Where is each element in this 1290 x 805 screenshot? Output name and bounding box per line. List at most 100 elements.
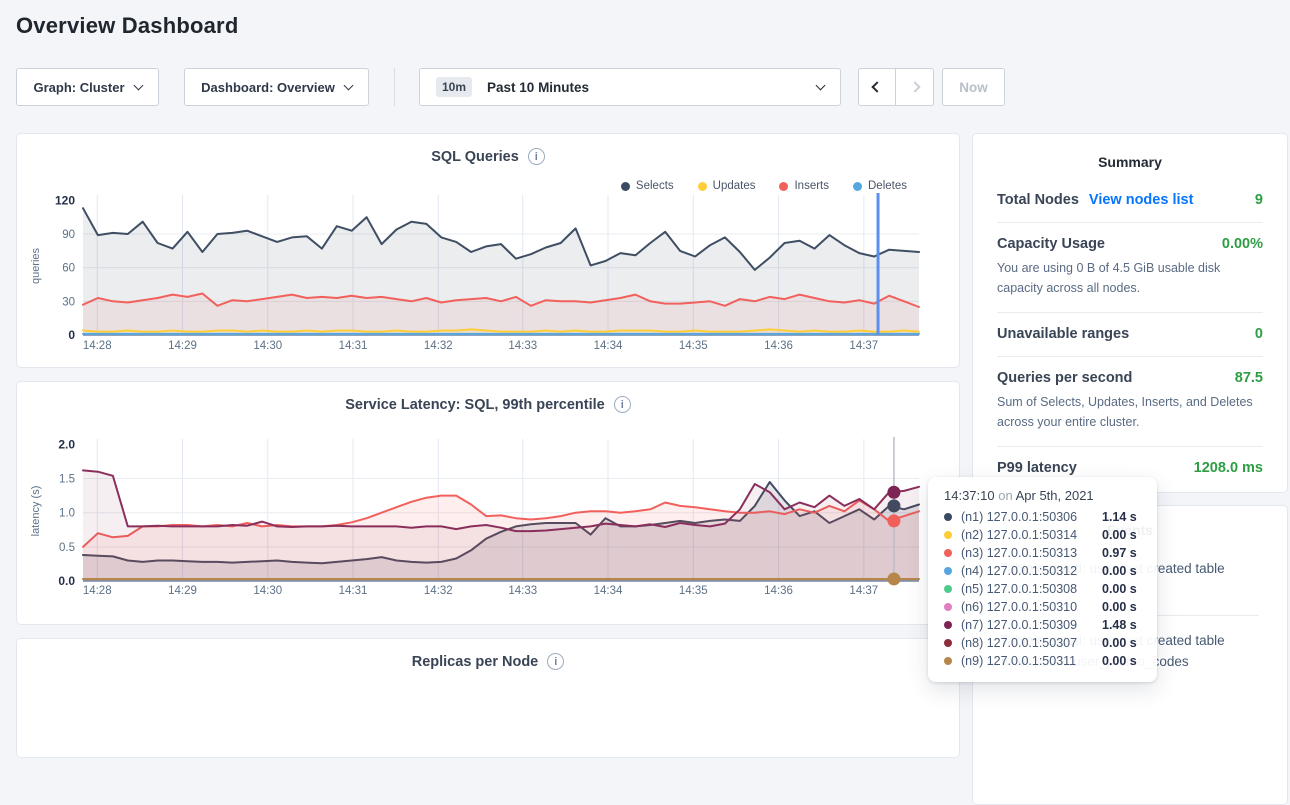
svg-text:14:30: 14:30 — [253, 585, 282, 597]
tooltip-node-value: 1.48 s — [1102, 618, 1137, 632]
capacity-usage-value: 0.00% — [1222, 236, 1263, 252]
tooltip-node-address: (n7) 127.0.0.1:50309 — [961, 618, 1102, 632]
tooltip-node-row: (n7) 127.0.0.1:503091.48 s — [944, 616, 1141, 634]
svg-text:14:30: 14:30 — [253, 340, 282, 352]
svg-text:latency (s): latency (s) — [30, 486, 42, 537]
chart-tooltip: 14:37:10 on Apr 5th, 2021 (n1) 127.0.0.1… — [928, 477, 1157, 682]
sql-queries-title: SQL Queries i — [17, 134, 959, 165]
chevron-right-icon — [909, 81, 920, 92]
service-latency-title: Service Latency: SQL, 99th percentile i — [17, 382, 959, 413]
tooltip-node-address: (n2) 127.0.0.1:50314 — [961, 528, 1102, 542]
tooltip-node-address: (n6) 127.0.0.1:50310 — [961, 600, 1102, 614]
queries-per-second-row: Queries per second 87.5 Sum of Selects, … — [997, 357, 1263, 447]
node-series-dot-icon — [944, 531, 952, 539]
service-latency-chart[interactable]: 14:2814:2914:3014:3114:3214:3314:3414:35… — [17, 432, 959, 631]
legend-item[interactable]: Selects — [621, 180, 674, 192]
legend-label: Inserts — [794, 180, 829, 192]
svg-text:2.0: 2.0 — [58, 437, 75, 451]
dashboard-selector-label: Dashboard: Overview — [201, 80, 335, 95]
tooltip-timestamp: 14:37:10 on Apr 5th, 2021 — [944, 488, 1141, 503]
tooltip-node-row: (n6) 127.0.0.1:503100.00 s — [944, 598, 1141, 616]
service-latency-panel: Service Latency: SQL, 99th percentile i … — [16, 381, 960, 625]
sql-queries-panel: SQL Queries i Selects Updates Inserts Delet… — [16, 133, 960, 368]
legend-dot-icon — [779, 182, 788, 191]
legend-dot-icon — [853, 182, 862, 191]
total-nodes-label: Total Nodes — [997, 192, 1079, 208]
node-series-dot-icon — [944, 567, 952, 575]
unavailable-ranges-label: Unavailable ranges — [997, 326, 1129, 342]
dashboard-selector-dropdown[interactable]: Dashboard: Overview — [184, 68, 369, 106]
tooltip-node-address: (n5) 127.0.0.1:50308 — [961, 582, 1102, 596]
queries-per-second-value: 87.5 — [1235, 370, 1263, 386]
svg-text:14:36: 14:36 — [764, 340, 793, 352]
svg-text:14:33: 14:33 — [508, 585, 537, 597]
p99-latency-label: P99 latency — [997, 460, 1077, 476]
total-nodes-row: Total Nodes View nodes list 9 — [997, 179, 1263, 223]
charts-column: SQL Queries i Selects Updates Inserts Delet… — [16, 133, 960, 805]
svg-text:90: 90 — [62, 229, 75, 241]
legend-dot-icon — [621, 182, 630, 191]
info-icon[interactable]: i — [614, 396, 631, 413]
queries-per-second-label: Queries per second — [997, 370, 1132, 386]
tooltip-node-value: 0.00 s — [1102, 654, 1137, 668]
svg-text:1.0: 1.0 — [59, 508, 75, 520]
tooltip-node-row: (n9) 127.0.0.1:503110.00 s — [944, 652, 1141, 670]
legend-item[interactable]: Updates — [698, 180, 756, 192]
node-series-dot-icon — [944, 585, 952, 593]
svg-text:14:37: 14:37 — [849, 585, 878, 597]
legend-item[interactable]: Inserts — [779, 180, 829, 192]
svg-text:14:35: 14:35 — [679, 340, 708, 352]
time-range-label: Past 10 Minutes — [487, 80, 589, 95]
queries-per-second-description: Sum of Selects, Updates, Inserts, and De… — [997, 392, 1263, 432]
time-forward-button[interactable] — [896, 68, 934, 106]
node-series-dot-icon — [944, 639, 952, 647]
svg-text:14:31: 14:31 — [339, 340, 368, 352]
sidebar-column: Summary Total Nodes View nodes list 9 Ca… — [972, 133, 1288, 805]
tooltip-node-row: (n2) 127.0.0.1:503140.00 s — [944, 526, 1141, 544]
time-range-badge: 10m — [436, 77, 472, 97]
info-icon[interactable]: i — [528, 148, 545, 165]
unavailable-ranges-row: Unavailable ranges 0 — [997, 313, 1263, 357]
info-icon[interactable]: i — [547, 653, 564, 670]
svg-text:30: 30 — [62, 296, 75, 308]
svg-text:0: 0 — [68, 328, 75, 342]
svg-text:14:28: 14:28 — [83, 585, 112, 597]
tooltip-node-value: 0.00 s — [1102, 564, 1137, 578]
tooltip-node-value: 0.00 s — [1102, 636, 1137, 650]
time-back-button[interactable] — [858, 68, 896, 106]
graph-selector-label: Graph: Cluster — [33, 80, 124, 95]
view-nodes-list-link[interactable]: View nodes list — [1089, 192, 1194, 208]
tooltip-node-row: (n5) 127.0.0.1:503080.00 s — [944, 580, 1141, 598]
legend-item[interactable]: Deletes — [853, 180, 907, 192]
tooltip-node-value: 0.97 s — [1102, 546, 1137, 560]
time-range-selector[interactable]: 10m Past 10 Minutes — [419, 68, 841, 106]
tooltip-node-row: (n4) 127.0.0.1:503120.00 s — [944, 562, 1141, 580]
time-nav-group — [858, 68, 934, 106]
svg-text:0.0: 0.0 — [58, 574, 75, 588]
legend-label: Selects — [636, 180, 674, 192]
svg-text:14:32: 14:32 — [424, 585, 453, 597]
tooltip-node-address: (n9) 127.0.0.1:50311 — [961, 654, 1102, 668]
legend-label: Updates — [713, 180, 756, 192]
svg-text:14:31: 14:31 — [339, 585, 368, 597]
legend-dot-icon — [698, 182, 707, 191]
replicas-per-node-title: Replicas per Node i — [17, 639, 959, 670]
page-title: Overview Dashboard — [16, 13, 238, 39]
svg-text:1.5: 1.5 — [59, 474, 75, 486]
summary-title: Summary — [997, 134, 1263, 179]
svg-text:60: 60 — [62, 263, 75, 275]
tooltip-node-value: 0.00 s — [1102, 582, 1137, 596]
legend-label: Deletes — [868, 180, 907, 192]
graph-selector-dropdown[interactable]: Graph: Cluster — [16, 68, 159, 106]
svg-text:14:28: 14:28 — [83, 340, 112, 352]
tooltip-rows: (n1) 127.0.0.1:503061.14 s(n2) 127.0.0.1… — [944, 508, 1141, 670]
tooltip-node-address: (n4) 127.0.0.1:50312 — [961, 564, 1102, 578]
sql-queries-chart[interactable]: 14:2814:2914:3014:3114:3214:3314:3414:35… — [17, 192, 959, 374]
tooltip-node-row: (n1) 127.0.0.1:503061.14 s — [944, 508, 1141, 526]
now-button[interactable]: Now — [942, 68, 1005, 106]
node-series-dot-icon — [944, 513, 952, 521]
chevron-left-icon — [871, 81, 882, 92]
svg-text:0.5: 0.5 — [59, 542, 75, 554]
controls-divider — [394, 68, 395, 106]
svg-text:14:36: 14:36 — [764, 585, 793, 597]
